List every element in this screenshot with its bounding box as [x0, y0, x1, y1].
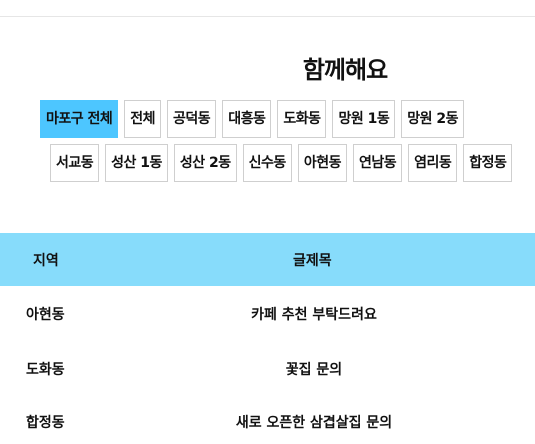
column-header-region: 지역 [33, 253, 59, 269]
filter-chip-seongsan-2[interactable]: 성산 2동 [173, 144, 237, 182]
post-title-link[interactable]: 카페 추천 부탁드려요 [0, 304, 535, 324]
filter-chip-yeomni[interactable]: 염리동 [408, 144, 458, 182]
filter-chip-gongdeok[interactable]: 공덕동 [167, 100, 217, 138]
filter-chip-yeonnam[interactable]: 연남동 [352, 144, 403, 182]
filter-chip-ahyeon[interactable]: 아현동 [297, 144, 347, 182]
filter-chip-sinsu[interactable]: 신수동 [242, 144, 292, 182]
filter-chip-seogyo[interactable]: 서교동 [50, 144, 100, 182]
region-filter-row-2: 서교동 성산 1동 성산 2동 신수동 아현동 연남동 염리동 합정동 [50, 144, 513, 182]
post-table-header: 지역 글제목 [0, 233, 535, 286]
filter-chip-mangwon-2[interactable]: 망원 2동 [401, 100, 464, 138]
filter-chip-mangwon-1[interactable]: 망원 1동 [332, 100, 396, 138]
filter-chip-seongsan-1[interactable]: 성산 1동 [105, 144, 168, 182]
column-header-title: 글제목 [293, 253, 332, 269]
page-title: 함께해요 [302, 56, 388, 84]
post-title-link[interactable]: 새로 오픈한 삼겹살집 문의 [0, 412, 535, 432]
filter-chip-dohwa[interactable]: 도화동 [277, 100, 327, 138]
post-title-link[interactable]: 꽃집 문의 [0, 359, 535, 379]
filter-chip-hapjeong[interactable]: 합정동 [463, 144, 513, 182]
table-row[interactable]: 도화동 꽃집 문의 [0, 359, 535, 379]
top-divider [0, 16, 535, 17]
filter-chip-daeheung[interactable]: 대흥동 [222, 100, 272, 138]
filter-chip-all[interactable]: 전체 [124, 100, 162, 138]
filter-chip-mapo-all[interactable]: 마포구 전체 [40, 100, 119, 138]
region-filter-row-1: 마포구 전체 전체 공덕동 대흥동 도화동 망원 1동 망원 2동 [40, 100, 464, 138]
table-row[interactable]: 아현동 카페 추천 부탁드려요 [0, 304, 535, 324]
table-row[interactable]: 합정동 새로 오픈한 삼겹살집 문의 [0, 412, 535, 432]
